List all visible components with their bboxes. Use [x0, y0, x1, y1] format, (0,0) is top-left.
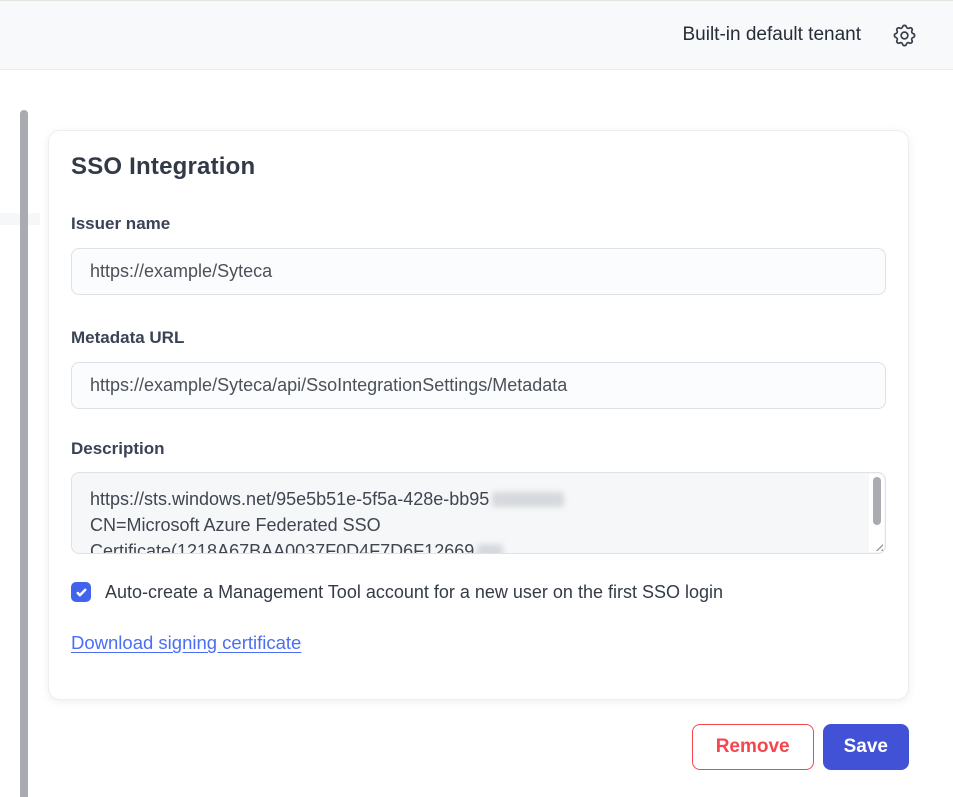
- textarea-scrollbar-thumb[interactable]: [873, 477, 881, 525]
- description-line-text: Certificate(1218A67BAA0037F0D4F7D6F12669: [90, 538, 474, 554]
- metadata-url-input[interactable]: [71, 362, 886, 409]
- remove-button[interactable]: Remove: [692, 724, 814, 770]
- page-title: SSO Integration: [71, 153, 886, 181]
- tenant-name: Built-in default tenant: [682, 24, 861, 46]
- textarea-scrollbar-track: [869, 474, 884, 552]
- gear-icon: [891, 22, 918, 49]
- redacted-text: [477, 544, 503, 555]
- autocreate-checkbox-row[interactable]: Auto-create a Management Tool account fo…: [71, 580, 886, 604]
- issuer-name-input[interactable]: [71, 248, 886, 295]
- description-line-text: CN=Microsoft Azure Federated SSO: [90, 512, 381, 538]
- sso-integration-card: SSO Integration Issuer name Metadata URL…: [48, 130, 909, 700]
- description-textarea[interactable]: https://sts.windows.net/95e5b51e-5f5a-42…: [71, 472, 886, 554]
- autocreate-checkbox-label[interactable]: Auto-create a Management Tool account fo…: [105, 580, 723, 604]
- description-line-text: https://sts.windows.net/95e5b51e-5f5a-42…: [90, 486, 489, 512]
- redacted-text: [492, 492, 564, 507]
- description-line: CN=Microsoft Azure Federated SSO: [90, 512, 853, 538]
- actions-row: Remove Save: [692, 724, 909, 770]
- description-line: https://sts.windows.net/95e5b51e-5f5a-42…: [90, 486, 853, 512]
- save-button[interactable]: Save: [823, 724, 909, 770]
- left-panel-scrollbar[interactable]: [20, 110, 28, 797]
- topbar: Built-in default tenant: [0, 0, 953, 70]
- description-label: Description: [71, 438, 886, 460]
- issuer-name-label: Issuer name: [71, 213, 886, 235]
- checkmark-icon: [75, 586, 88, 599]
- autocreate-checkbox[interactable]: [71, 582, 91, 602]
- description-line: Certificate(1218A67BAA0037F0D4F7D6F12669: [90, 538, 853, 554]
- metadata-url-label: Metadata URL: [71, 327, 886, 349]
- settings-gear-button[interactable]: [889, 20, 920, 51]
- download-signing-certificate-link[interactable]: Download signing certificate: [71, 632, 301, 654]
